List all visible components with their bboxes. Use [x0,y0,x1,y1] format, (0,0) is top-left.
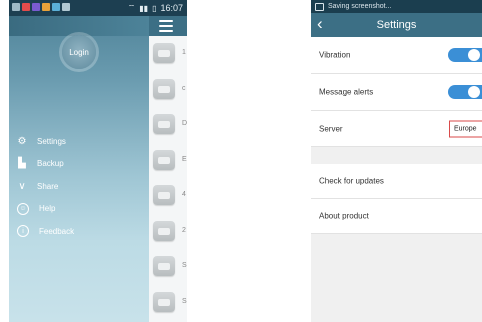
wifi-icon: ⌔ [127,3,136,12]
smiley-help-icon: ☺ [17,202,29,215]
server-select[interactable]: Europe [449,120,482,137]
list-item-text: 2 [182,226,186,234]
thumbnail-image [153,256,175,276]
app-bar: ‹ Settings [311,13,482,37]
signal-icon: ▮▮ [139,3,149,13]
thumbnail-image [153,149,175,170]
right-phone-screen: Saving screenshot... ‹ Settings Vibratio… [311,0,482,322]
gear-icon: ⚙ [17,135,27,147]
list-item[interactable]: 4 [149,178,187,214]
setting-label: Check for updates [319,176,384,186]
menu-item-label: Help [39,204,56,214]
status-bar: Saving screenshot... [311,0,482,13]
status-right: ⌔ ▮▮ ▯ 16:07 [128,3,183,13]
mail-icon [22,3,30,11]
calendar-icon [62,3,70,11]
list-item-text: S [182,262,187,269]
login-button[interactable]: Login [62,35,96,69]
menu-item-label: Feedback [39,226,75,236]
menu-item-feedback[interactable]: i Feedback [15,220,145,243]
info-circle-icon: i [17,225,29,238]
thumbnail-image [153,220,175,241]
message-alerts-toggle[interactable] [448,85,482,99]
download-icon [52,3,60,11]
gallery-icon [12,3,20,11]
list-item-text: E [182,155,187,163]
hamburger-menu-icon[interactable] [159,20,173,32]
music-icon [42,3,50,11]
list-item[interactable]: D [149,107,187,143]
thumbnail-image [153,185,175,205]
list-item-text: 1 [182,49,186,56]
list-item[interactable]: S [149,249,187,285]
menu-item-share[interactable]: ∨ Share [15,175,145,198]
list-item-text: S [182,297,187,305]
list-item[interactable]: 1 [149,36,187,72]
menu-item-settings[interactable]: ⚙ Settings [15,130,145,153]
setting-vibration[interactable]: Vibration [311,37,482,74]
setting-server[interactable]: Server Europe [311,111,482,147]
list-item-text: D [182,120,187,127]
setting-label: Server [319,124,343,133]
setting-about-product[interactable]: About product [311,199,482,234]
list-item[interactable]: E [149,143,187,179]
server-value: Europe [454,125,477,132]
battery-icon: ▯ [152,3,157,13]
menu-item-help[interactable]: ☺ Help [15,198,145,221]
left-phone-screen: ⌔ ▮▮ ▯ 16:07 Login ⚙ Settings ▙ Backup ∨… [9,0,187,322]
setting-label: About product [319,211,369,221]
menu-item-backup[interactable]: ▙ Backup [15,153,145,176]
setting-label: Vibration [319,50,351,60]
status-bar: ⌔ ▮▮ ▯ 16:07 [9,0,187,16]
list-item-text: 4 [182,191,186,198]
backup-file-icon: ▙ [18,158,26,170]
setting-message-alerts[interactable]: Message alerts [311,74,482,111]
thumbnail-image [153,78,175,99]
status-text: Saving screenshot... [328,3,392,10]
vibration-toggle[interactable] [448,48,482,62]
toggle-knob [468,49,480,61]
setting-label: Message alerts [319,87,374,97]
app-icon [32,3,40,11]
login-label: Login [69,47,89,57]
clock: 16:07 [160,3,183,13]
list-item[interactable]: S [149,285,187,321]
menu-item-label: Share [37,181,59,191]
notification-icons [12,3,70,11]
list-item[interactable]: 2 [149,214,187,250]
sidebar-menu: ⚙ Settings ▙ Backup ∨ Share ☺ Help i Fee… [15,130,145,243]
menu-item-label: Backup [37,159,64,169]
thumbnail-image [153,291,175,312]
toggle-knob [468,86,480,98]
setting-check-updates[interactable]: Check for updates [311,164,482,199]
page-title: Settings [376,19,417,31]
thumbnail-image [153,114,175,134]
conversation-list: 1 c D E 4 2 S S [149,36,187,322]
list-item-text: c [182,84,186,92]
screenshot-icon [315,2,324,11]
share-icon: ∨ [18,180,26,192]
list-item[interactable]: c [149,72,187,108]
sidebar-header [9,16,149,36]
thumbnail-image [153,43,175,63]
menu-item-label: Settings [37,136,66,146]
